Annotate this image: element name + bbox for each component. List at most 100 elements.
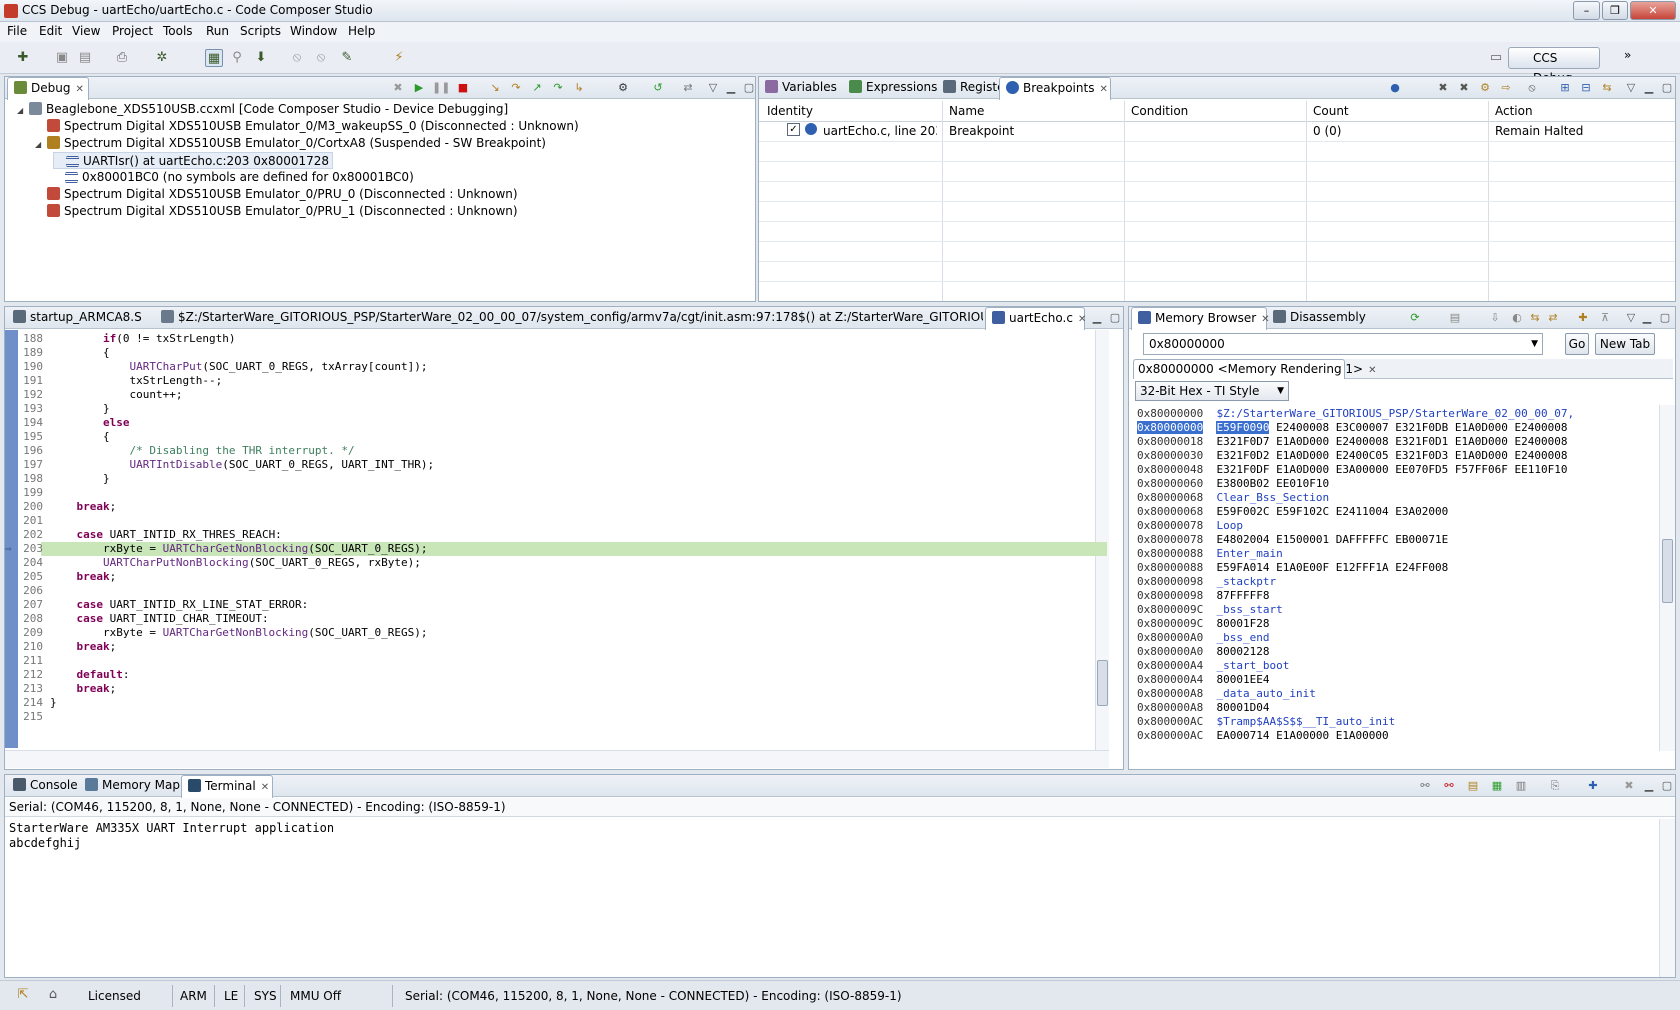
memory-address-input[interactable]: 0x80000000 ▼: [1143, 333, 1543, 355]
memory-row[interactable]: 0x80000088 Enter_main: [1137, 547, 1283, 561]
view-menu-icon[interactable]: ▽: [705, 80, 721, 96]
reset-icon[interactable]: ⚙: [615, 80, 631, 96]
memory-row[interactable]: 0x8000009C 80001F28: [1137, 617, 1269, 631]
menu-file[interactable]: File: [7, 24, 27, 38]
maximize-icon[interactable]: ▢: [1657, 310, 1673, 326]
code-line[interactable]: 207 case UART_INTID_RX_LINE_STAT_ERROR:: [5, 598, 1107, 612]
perspective-ccs-debug[interactable]: CCS Debug: [1508, 47, 1600, 85]
new-icon[interactable]: ✚: [14, 49, 32, 67]
code-line[interactable]: 205 break;: [5, 570, 1107, 584]
code-line[interactable]: 189 {: [5, 346, 1107, 360]
sync-icon[interactable]: ⇄: [680, 80, 696, 96]
chevron-down-icon[interactable]: ▼: [1277, 382, 1284, 400]
link-icon[interactable]: ⇆: [1527, 310, 1543, 326]
code-line[interactable]: 195 {: [5, 430, 1107, 444]
fast-view-icon[interactable]: ⇱: [14, 986, 32, 1004]
memory-row[interactable]: 0x80000000 $Z:/StarterWare_GITORIOUS_PSP…: [1137, 407, 1574, 421]
close-icon[interactable]: ✕: [1368, 365, 1376, 376]
code-line[interactable]: 212 default:: [5, 668, 1107, 682]
menu-window[interactable]: Window: [290, 24, 337, 38]
tab-console[interactable]: Console: [9, 775, 79, 797]
code-line[interactable]: 201: [5, 514, 1107, 528]
breakpoint-toggle-icon[interactable]: ⦸: [288, 49, 306, 67]
memory-vertical-scrollbar[interactable]: [1659, 405, 1675, 751]
terminal-scrollbar[interactable]: [1659, 819, 1675, 977]
view-menu-icon[interactable]: ▽: [1623, 310, 1639, 326]
tab-uartecho-c[interactable]: uartEcho.c ✕: [985, 307, 1086, 330]
expand-toggle-icon[interactable]: ◢: [35, 136, 43, 153]
remove-terminated-icon[interactable]: ✖: [390, 80, 406, 96]
debug-tree-item[interactable]: ◢Spectrum Digital XDS510USB Emulator_0/M…: [35, 118, 579, 135]
code-line[interactable]: 213 break;: [5, 682, 1107, 696]
maximize-icon[interactable]: ▢: [1659, 778, 1675, 794]
memory-row[interactable]: 0x800000A0 _bss_end: [1137, 631, 1269, 645]
run-to-line-icon[interactable]: ↳: [571, 80, 587, 96]
terminate-icon[interactable]: ■: [455, 80, 471, 96]
code-line[interactable]: 192 count++;: [5, 388, 1107, 402]
step-into-icon[interactable]: ↘: [487, 80, 503, 96]
step-over-icon[interactable]: ↷: [508, 80, 524, 96]
refresh-icon[interactable]: ⟳: [1407, 310, 1423, 326]
pin-icon[interactable]: ⊼: [1597, 310, 1613, 326]
fill-memory-icon[interactable]: ◐: [1509, 310, 1525, 326]
code-line[interactable]: 209 rxByte = UARTCharGetNonBlocking(SOC_…: [5, 626, 1107, 640]
menu-project[interactable]: Project: [112, 24, 153, 38]
disconnect-icon[interactable]: ⚯: [1441, 778, 1457, 794]
close-icon[interactable]: ✕: [1078, 314, 1086, 325]
code-line[interactable]: 194 else: [5, 416, 1107, 430]
column-name[interactable]: Name: [949, 101, 984, 121]
breakpoint-identity[interactable]: uartEcho.c, line 203 ($C: [823, 121, 937, 141]
go-to-file-icon[interactable]: ⇨: [1498, 80, 1514, 96]
memory-row[interactable]: 0x80000068 E59F002C E59F102C E2411004 E3…: [1137, 505, 1448, 519]
memory-selected-word[interactable]: E59F0090: [1216, 421, 1270, 434]
close-icon[interactable]: ✕: [1099, 84, 1107, 95]
debug-tree-item[interactable]: ◢ Beaglebone_XDS510USB.ccxml [Code Compos…: [17, 101, 508, 118]
maximize-icon[interactable]: ▢: [741, 80, 757, 96]
sync-icon[interactable]: ⇄: [1545, 310, 1561, 326]
memory-row[interactable]: 0x80000078 Loop: [1137, 519, 1243, 533]
menu-help[interactable]: Help: [348, 24, 375, 38]
memory-row[interactable]: 0x80000018 E321F0D7 E1A0D000 E2400008 E3…: [1137, 435, 1567, 449]
tab-init-asm[interactable]: $Z:/StarterWare_GITORIOUS_PSP/StarterWar…: [157, 307, 983, 329]
go-button[interactable]: Go: [1565, 333, 1589, 355]
properties-icon[interactable]: ⚙: [1477, 80, 1493, 96]
chevron-down-icon[interactable]: ▼: [1531, 334, 1538, 354]
code-line[interactable]: 191 txStrLength--;: [5, 374, 1107, 388]
code-line[interactable]: 203 ⇨ rxByte = UARTCharGetNonBlocking(SOC…: [5, 542, 1107, 556]
tab-startup-armca8[interactable]: startup_ARMCA8.S: [9, 307, 157, 329]
memory-row[interactable]: 0x800000A8 80001D04: [1137, 701, 1269, 715]
load-program-icon[interactable]: ⬇: [252, 49, 270, 67]
memory-format-select[interactable]: 32-Bit Hex - TI Style ▼: [1135, 381, 1289, 401]
expand-toggle-icon[interactable]: ◢: [17, 102, 25, 119]
more-perspectives[interactable]: »: [1624, 48, 1631, 62]
assembly-step-icon[interactable]: ↷: [550, 80, 566, 96]
settings-icon[interactable]: ▤: [1465, 778, 1481, 794]
menu-run[interactable]: Run: [206, 24, 229, 38]
open-perspective-icon[interactable]: ▭: [1487, 49, 1505, 67]
toggle-view-icon[interactable]: ▦: [205, 49, 223, 67]
restore-button[interactable]: ❐: [1602, 1, 1628, 20]
debug-tree-item[interactable]: 0x80001BC0 (no symbols are defined for 0…: [53, 169, 414, 186]
tab-memory-browser[interactable]: Memory Browser ✕: [1131, 307, 1270, 330]
menu-view[interactable]: View: [72, 24, 100, 38]
tab-debug[interactable]: Debug ✕: [7, 77, 89, 100]
code-line[interactable]: 193 }: [5, 402, 1107, 416]
maximize-icon[interactable]: ▢: [1107, 310, 1123, 326]
code-line[interactable]: 196 /* Disabling the THR interrupt. */: [5, 444, 1107, 458]
minimize-button[interactable]: –: [1573, 1, 1600, 20]
minimize-icon[interactable]: ▁: [1641, 80, 1657, 96]
debug-tree-item[interactable]: ◢Spectrum Digital XDS510USB Emulator_0/P…: [35, 186, 518, 203]
save-icon[interactable]: ▣: [53, 49, 71, 67]
restart-icon[interactable]: ↺: [650, 80, 666, 96]
new-terminal-icon[interactable]: ✚: [1585, 778, 1601, 794]
code-line[interactable]: 208 case UART_INTID_CHAR_TIMEOUT:: [5, 612, 1107, 626]
menu-scripts[interactable]: Scripts: [240, 24, 281, 38]
memory-row[interactable]: 0x80000098 _stackptr: [1137, 575, 1276, 589]
maximize-icon[interactable]: ▢: [1659, 80, 1675, 96]
code-line[interactable]: 214}: [5, 696, 1107, 710]
link-icon[interactable]: ⇆: [1599, 80, 1615, 96]
memory-row[interactable]: 0x800000AC $Tramp$AA$S$$__TI_auto_init: [1137, 715, 1395, 729]
connect-icon[interactable]: ⚯: [1417, 778, 1433, 794]
skip-all-icon[interactable]: ⦸: [1524, 80, 1540, 96]
resume-icon[interactable]: ▶: [411, 80, 427, 96]
